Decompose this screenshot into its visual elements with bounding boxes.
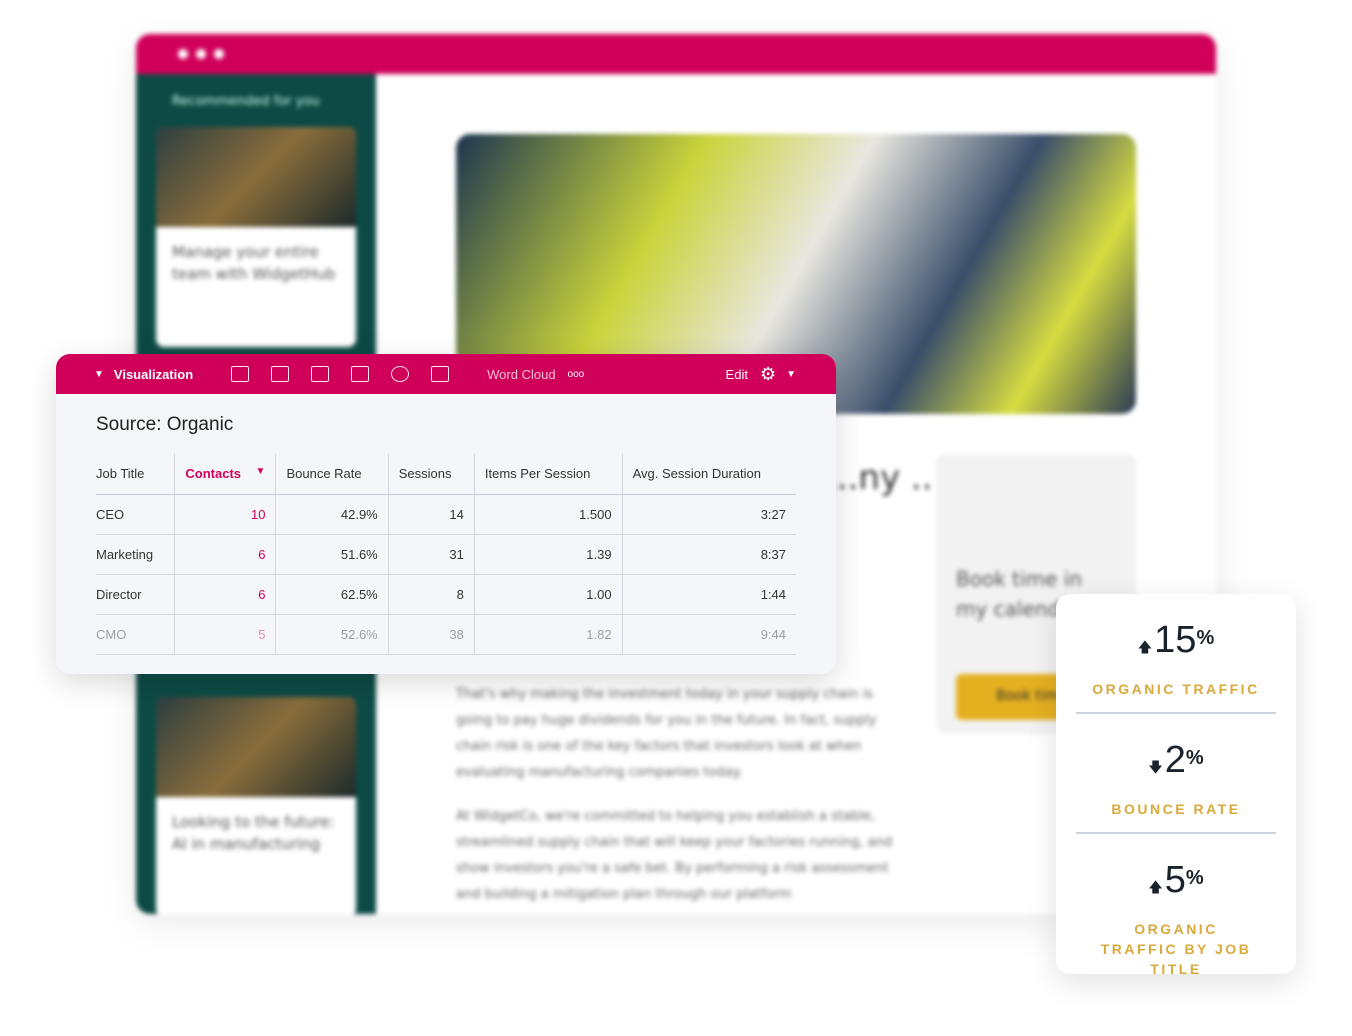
table-cell: 9:44 (621, 614, 796, 655)
source-title: Source: Organic (96, 414, 234, 435)
table-icon[interactable] (231, 366, 250, 382)
column-header[interactable]: Sessions (387, 454, 475, 495)
column-header-sorted[interactable]: Contacts ▼ (174, 454, 276, 495)
table-cell: Marketing (96, 534, 175, 575)
gear-icon[interactable]: ⚙ (760, 364, 776, 385)
table-cell: 8:37 (621, 534, 796, 575)
table-cell: 6 (174, 534, 276, 575)
visualization-toolbar: ▼ Visualization Word Cloud ooo Edit ⚙ ▼ (56, 354, 836, 394)
dropdown-triangle-icon[interactable]: ▼ (786, 369, 796, 380)
sidebar-title: Recommended for you (172, 94, 320, 109)
window-dot (178, 49, 188, 59)
table-cell: 5 (174, 614, 276, 655)
combo-chart-icon[interactable] (271, 366, 290, 382)
card-title: Manage your entire team with WidgetHub (172, 243, 336, 283)
area-chart-icon[interactable] (351, 366, 370, 382)
window-dot (196, 49, 206, 59)
arrow-up-icon: 🡅 (1137, 639, 1153, 655)
card-title: Looking to the future: AI in manufacturi… (172, 813, 335, 853)
table-row[interactable]: Director 6 62.5% 8 1.00 1:44 (96, 574, 796, 615)
visualization-panel: ▼ Visualization Word Cloud ooo Edit ⚙ ▼ … (56, 354, 836, 674)
article-paragraph: At WidgetCo, we're committed to helping … (456, 809, 893, 902)
stat-value: 5 (1164, 859, 1186, 901)
stat-traffic-by-job-title: 🡅5% ORGANIC TRAFFIC BY JOB TITLE (1076, 834, 1276, 977)
table-row[interactable]: CEO 10 42.9% 14 1.500 3:27 (96, 494, 796, 535)
window-title-bar (136, 34, 1216, 74)
line-chart-icon[interactable] (431, 366, 450, 382)
table-cell: 1.00 (473, 574, 623, 615)
stat-label: ORGANIC TRAFFIC (1092, 681, 1260, 697)
table-cell: 38 (387, 614, 475, 655)
stat-label: BOUNCE RATE (1111, 801, 1241, 817)
table-cell: 51.6% (275, 534, 389, 575)
table-cell: 1.500 (473, 494, 623, 535)
table-cell: 31 (387, 534, 475, 575)
table-cell: Director (96, 574, 175, 615)
pie-chart-icon[interactable] (391, 366, 410, 382)
table-cell: 10 (174, 494, 276, 535)
table-cell: 42.9% (275, 494, 389, 535)
card-image (156, 127, 356, 227)
table-cell: 1.39 (473, 534, 623, 575)
recommended-card[interactable]: Manage your entire team with WidgetHub (156, 127, 356, 347)
word-cloud-button[interactable]: Word Cloud (487, 367, 555, 382)
article-paragraph: That's why making the investment today i… (456, 687, 877, 780)
arrow-up-icon: 🡅 (1148, 879, 1163, 895)
arrow-down-icon: 🡇 (1148, 759, 1163, 775)
table-cell: CEO (96, 494, 175, 535)
stat-unit: % (1185, 747, 1204, 769)
table-cell: 3:27 (621, 494, 796, 535)
stat-value: 2 (1164, 739, 1186, 781)
table-cell: 1.82 (473, 614, 623, 655)
column-header[interactable]: Avg. Session Duration (621, 454, 796, 495)
more-options-icon[interactable]: ooo (568, 369, 585, 380)
stats-card: 🡅15% ORGANIC TRAFFIC 🡇2% BOUNCE RATE 🡅5%… (1056, 594, 1296, 977)
stat-value: 15 (1154, 619, 1197, 661)
stat-unit: % (1185, 867, 1204, 889)
column-header-label: Contacts (185, 466, 242, 482)
table-row[interactable]: CMO 5 52.6% 38 1.82 9:44 (96, 614, 796, 655)
edit-button[interactable]: Edit (726, 367, 748, 382)
table-cell: 6 (174, 574, 276, 615)
column-header[interactable]: Job Title (96, 454, 175, 495)
recommended-card[interactable]: Looking to the future: AI in manufacturi… (156, 697, 356, 914)
table-cell: 8 (387, 574, 475, 615)
visualization-title[interactable]: Visualization (114, 367, 193, 382)
sort-desc-icon[interactable]: ▼ (256, 466, 266, 477)
stat-bounce-rate: 🡇2% BOUNCE RATE (1076, 714, 1276, 834)
card-image (156, 697, 356, 797)
column-header[interactable]: Items Per Session (473, 454, 623, 495)
stat-organic-traffic: 🡅15% ORGANIC TRAFFIC (1076, 594, 1276, 714)
column-header[interactable]: Bounce Rate (275, 454, 389, 495)
window-dot (214, 49, 224, 59)
table-cell: CMO (96, 614, 175, 655)
data-table: Job Title Contacts ▼ Bounce Rate Sessions… (96, 454, 796, 655)
table-row[interactable]: Marketing 6 51.6% 31 1.39 8:37 (96, 534, 796, 575)
table-cell: 14 (387, 494, 475, 535)
stat-label: ORGANIC TRAFFIC BY JOB TITLE (1100, 921, 1252, 977)
table-cell: 52.6% (275, 614, 389, 655)
bar-chart-icon[interactable] (311, 366, 330, 382)
table-cell: 62.5% (275, 574, 389, 615)
table-cell: 1:44 (621, 574, 796, 615)
stat-unit: % (1196, 627, 1215, 649)
collapse-triangle-icon[interactable]: ▼ (94, 369, 104, 380)
